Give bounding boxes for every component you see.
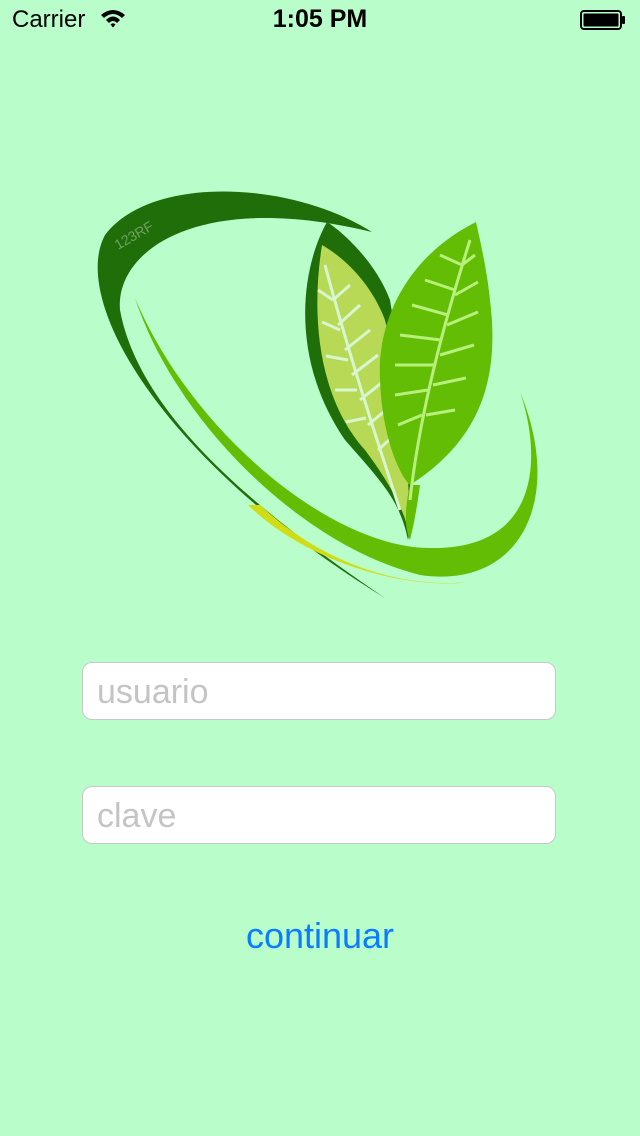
password-placeholder: clave (97, 797, 177, 835)
username-placeholder: usuario (97, 673, 209, 711)
status-bar: Carrier 1:05 PM (0, 0, 640, 40)
leaf-logo-icon: 123RF (97, 191, 538, 599)
username-field[interactable]: usuario (82, 662, 556, 720)
status-time: 1:05 PM (272, 5, 368, 33)
continue-button[interactable]: continuar (0, 915, 640, 957)
battery-icon (580, 10, 625, 30)
password-field[interactable]: clave (82, 786, 556, 844)
